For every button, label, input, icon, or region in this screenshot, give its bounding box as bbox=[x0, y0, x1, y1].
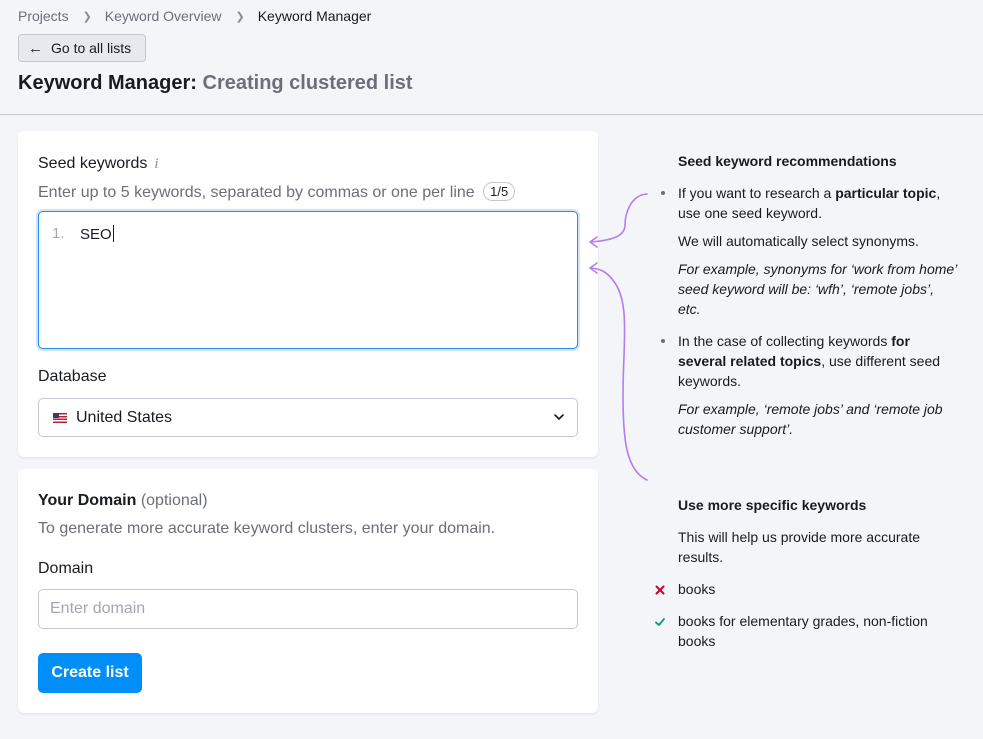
text-caret bbox=[112, 225, 114, 242]
tip-text: In the case of collecting keywords bbox=[678, 333, 892, 349]
create-list-button[interactable]: Create list bbox=[38, 653, 142, 693]
breadcrumb: Projects ❯ Keyword Overview ❯ Keyword Ma… bbox=[18, 7, 371, 25]
domain-field-label: Domain bbox=[38, 560, 94, 577]
tip-example-synonyms: For example, synonyms for ‘work from hom… bbox=[678, 261, 957, 317]
domain-card-title: Your Domain (optional) bbox=[38, 492, 208, 510]
breadcrumb-keyword-overview[interactable]: Keyword Overview bbox=[105, 8, 222, 24]
domain-card-description: To generate more accurate keyword cluste… bbox=[38, 520, 496, 537]
cross-icon bbox=[655, 585, 665, 595]
domain-input-placeholder: Enter domain bbox=[50, 600, 146, 617]
bad-example: books bbox=[678, 581, 716, 597]
domain-card-title-text: Your Domain bbox=[38, 492, 137, 509]
go-to-all-lists-label: Go to all lists bbox=[51, 40, 132, 56]
seed-keywords-card: Seed keywords i Enter up to 5 keywords, s… bbox=[18, 131, 598, 457]
breadcrumb-keyword-manager: Keyword Manager bbox=[257, 8, 372, 24]
seed-keywords-textarea[interactable]: 1. SEO bbox=[38, 211, 578, 349]
tip-specific-description: This will help us provide more accurate … bbox=[678, 529, 920, 565]
page-title: Keyword Manager: Creating clustered list bbox=[18, 72, 413, 95]
info-icon[interactable]: i bbox=[154, 156, 158, 172]
chevron-right-icon: ❯ bbox=[82, 10, 92, 23]
bullet bbox=[661, 191, 665, 195]
tip-example-topics: For example, ‘remote jobs’ and ‘remote j… bbox=[678, 401, 943, 437]
line-number: 1. bbox=[52, 225, 65, 242]
tip-text: If you want to research a bbox=[678, 185, 836, 201]
domain-card: Your Domain (optional) To generate more … bbox=[18, 469, 598, 713]
seed-keywords-hint: Enter up to 5 keywords, separated by com… bbox=[38, 182, 516, 202]
page-title-main: Keyword Manager: bbox=[18, 72, 197, 94]
bullet bbox=[661, 339, 665, 343]
domain-card-optional-note: (optional) bbox=[140, 492, 208, 509]
seed-keywords-value: SEO bbox=[80, 225, 114, 243]
us-flag-icon bbox=[53, 412, 67, 423]
tip-particular-topic: If you want to research a particular top… bbox=[678, 183, 960, 223]
page-title-sub: Creating clustered list bbox=[202, 72, 413, 94]
tip-synonyms: We will automatically select synonyms. bbox=[678, 233, 919, 249]
arrow-left-icon: ← bbox=[28, 39, 43, 57]
annotation-arrows bbox=[589, 193, 648, 481]
page-header: Projects ❯ Keyword Overview ❯ Keyword Ma… bbox=[0, 0, 983, 115]
database-select[interactable]: United States bbox=[38, 398, 578, 437]
tip-several-topics: In the case of collecting keywords for s… bbox=[678, 331, 960, 391]
domain-input[interactable]: Enter domain bbox=[38, 589, 578, 629]
chevron-right-icon: ❯ bbox=[235, 10, 245, 23]
seed-keywords-hint-text: Enter up to 5 keywords, separated by com… bbox=[38, 184, 475, 201]
seed-keyword-text: SEO bbox=[80, 226, 112, 243]
database-label: Database bbox=[38, 368, 107, 385]
database-selected-value: United States bbox=[76, 408, 173, 426]
go-to-all-lists-button[interactable]: ← Go to all lists bbox=[18, 34, 146, 62]
tips-heading-seed: Seed keyword recommendations bbox=[678, 153, 897, 169]
breadcrumb-projects[interactable]: Projects bbox=[18, 8, 69, 24]
chevron-down-icon bbox=[554, 414, 564, 420]
seed-keywords-label: Seed keywords i bbox=[38, 155, 159, 173]
keyword-counter-badge: 1/5 bbox=[483, 182, 516, 201]
check-icon bbox=[655, 618, 665, 626]
tips-heading-specific: Use more specific keywords bbox=[678, 497, 867, 513]
tip-bold: particular topic bbox=[835, 185, 937, 201]
good-example: books for elementary grades, non-fiction… bbox=[678, 613, 928, 649]
seed-keywords-label-text: Seed keywords bbox=[38, 155, 148, 172]
